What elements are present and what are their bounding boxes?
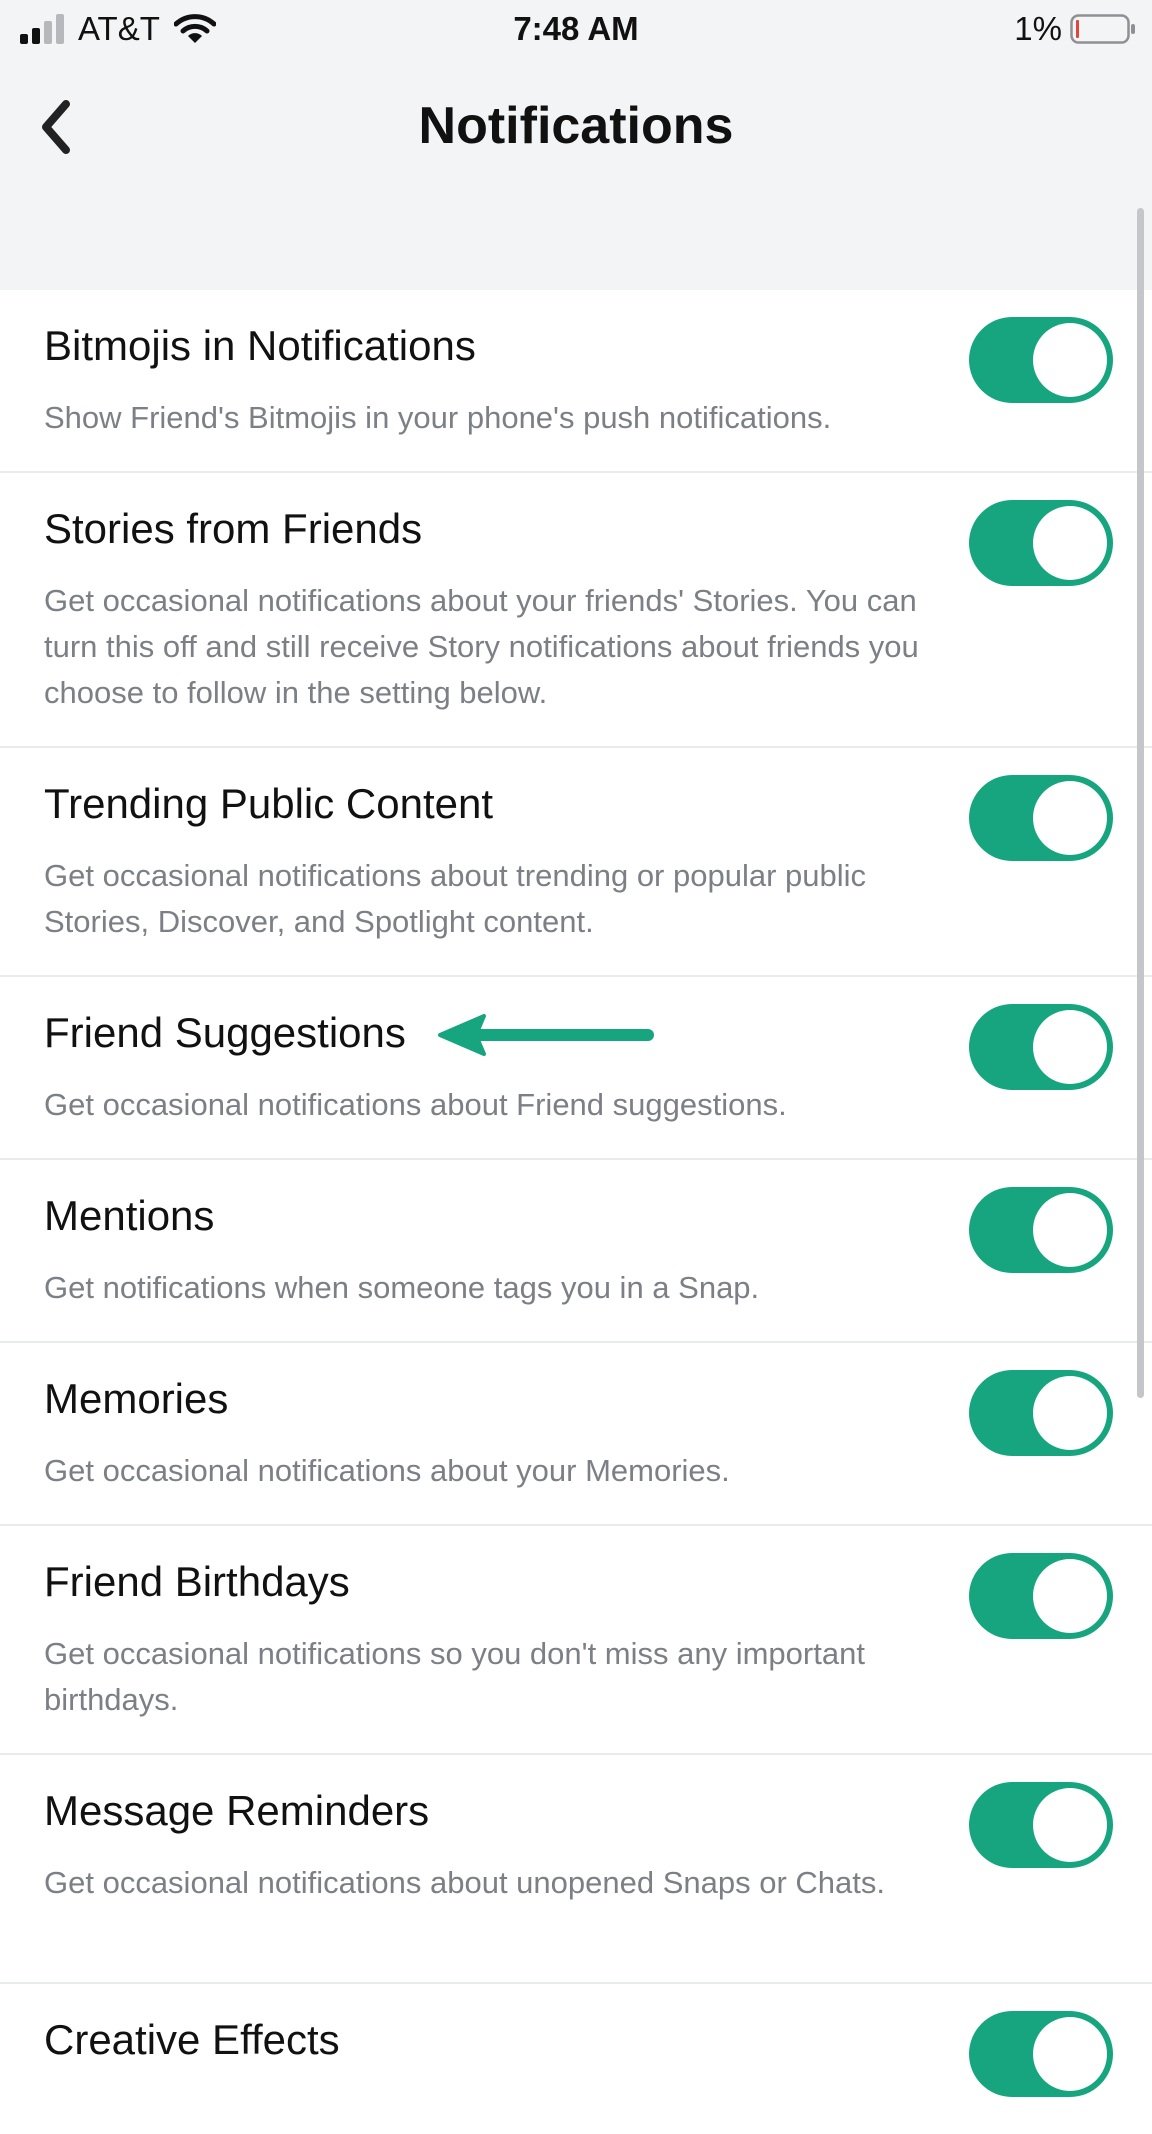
toggle-knob <box>1033 1010 1107 1084</box>
toggle-switch[interactable] <box>969 1187 1113 1273</box>
setting-row-friend-birthdays: Friend Birthdays Get occasional notifica… <box>0 1526 1152 1755</box>
setting-description: Get occasional notifications about unope… <box>44 1865 885 1900</box>
setting-description: Get occasional notifications about your … <box>44 583 919 710</box>
setting-title: Creative Effects <box>44 2016 340 2063</box>
setting-title: Memories <box>44 1375 229 1422</box>
navigation-bar: Notifications <box>0 72 1152 182</box>
setting-title: Friend Birthdays <box>44 1558 350 1605</box>
setting-description: Get occasional notifications about Frien… <box>44 1087 787 1122</box>
toggle-switch[interactable] <box>969 317 1113 403</box>
setting-row-friend-suggestions: Friend Suggestions Get occasional notifi… <box>0 977 1152 1160</box>
toggle-knob <box>1033 1376 1107 1450</box>
toggle-knob <box>1033 1788 1107 1862</box>
setting-description: Show Friend's Bitmojis in your phone's p… <box>44 400 832 435</box>
toggle-switch[interactable] <box>969 1782 1113 1868</box>
setting-title: Bitmojis in Notifications <box>44 322 476 369</box>
toggle-switch[interactable] <box>969 1553 1113 1639</box>
setting-description: Get occasional notifications so you don'… <box>44 1636 865 1717</box>
setting-row-memories: Memories Get occasional notifications ab… <box>0 1343 1152 1526</box>
toggle-knob <box>1033 781 1107 855</box>
setting-description: Get notifications when someone tags you … <box>44 1270 760 1305</box>
setting-row-stories-from-friends: Stories from Friends Get occasional noti… <box>0 473 1152 748</box>
toggle-knob <box>1033 1193 1107 1267</box>
toggle-switch[interactable] <box>969 1004 1113 1090</box>
toggle-switch[interactable] <box>969 2011 1113 2097</box>
toggle-knob <box>1033 1559 1107 1633</box>
setting-title: Mentions <box>44 1192 215 1239</box>
setting-row-trending-public-content: Trending Public Content Get occasional n… <box>0 748 1152 977</box>
setting-title: Stories from Friends <box>44 505 423 552</box>
setting-description: Get occasional notifications about your … <box>44 1453 730 1488</box>
page-title: Notifications <box>418 97 734 155</box>
setting-row-bitmojis-in-notifications: Bitmojis in Notifications Show Friend's … <box>0 290 1152 473</box>
battery-percentage: 1% <box>1014 10 1062 47</box>
scrollbar[interactable] <box>1137 208 1144 1398</box>
toggle-knob <box>1033 323 1107 397</box>
toggle-knob <box>1033 506 1107 580</box>
setting-title: Friend Suggestions <box>44 1009 406 1056</box>
setting-title: Trending Public Content <box>44 780 494 827</box>
setting-row-creative-effects: Creative Effects <box>0 1984 1152 2134</box>
toggle-switch[interactable] <box>969 775 1113 861</box>
setting-title: Message Reminders <box>44 1787 430 1834</box>
battery-low-icon <box>1070 14 1135 44</box>
setting-row-mentions: Mentions Get notifications when someone … <box>0 1160 1152 1343</box>
toggle-switch[interactable] <box>969 500 1113 586</box>
setting-row-message-reminders: Message Reminders Get occasional notific… <box>0 1755 1152 1984</box>
status-bar: AT&T 7:48 AM 1% <box>0 0 1152 56</box>
toggle-knob <box>1033 2017 1107 2091</box>
clock-time: 7:48 AM <box>513 10 639 47</box>
settings-list: Bitmojis in Notifications Show Friend's … <box>0 290 1152 2134</box>
setting-description: Get occasional notifications about trend… <box>44 858 867 939</box>
toggle-switch[interactable] <box>969 1370 1113 1456</box>
arrow-left-icon <box>438 1014 654 1056</box>
